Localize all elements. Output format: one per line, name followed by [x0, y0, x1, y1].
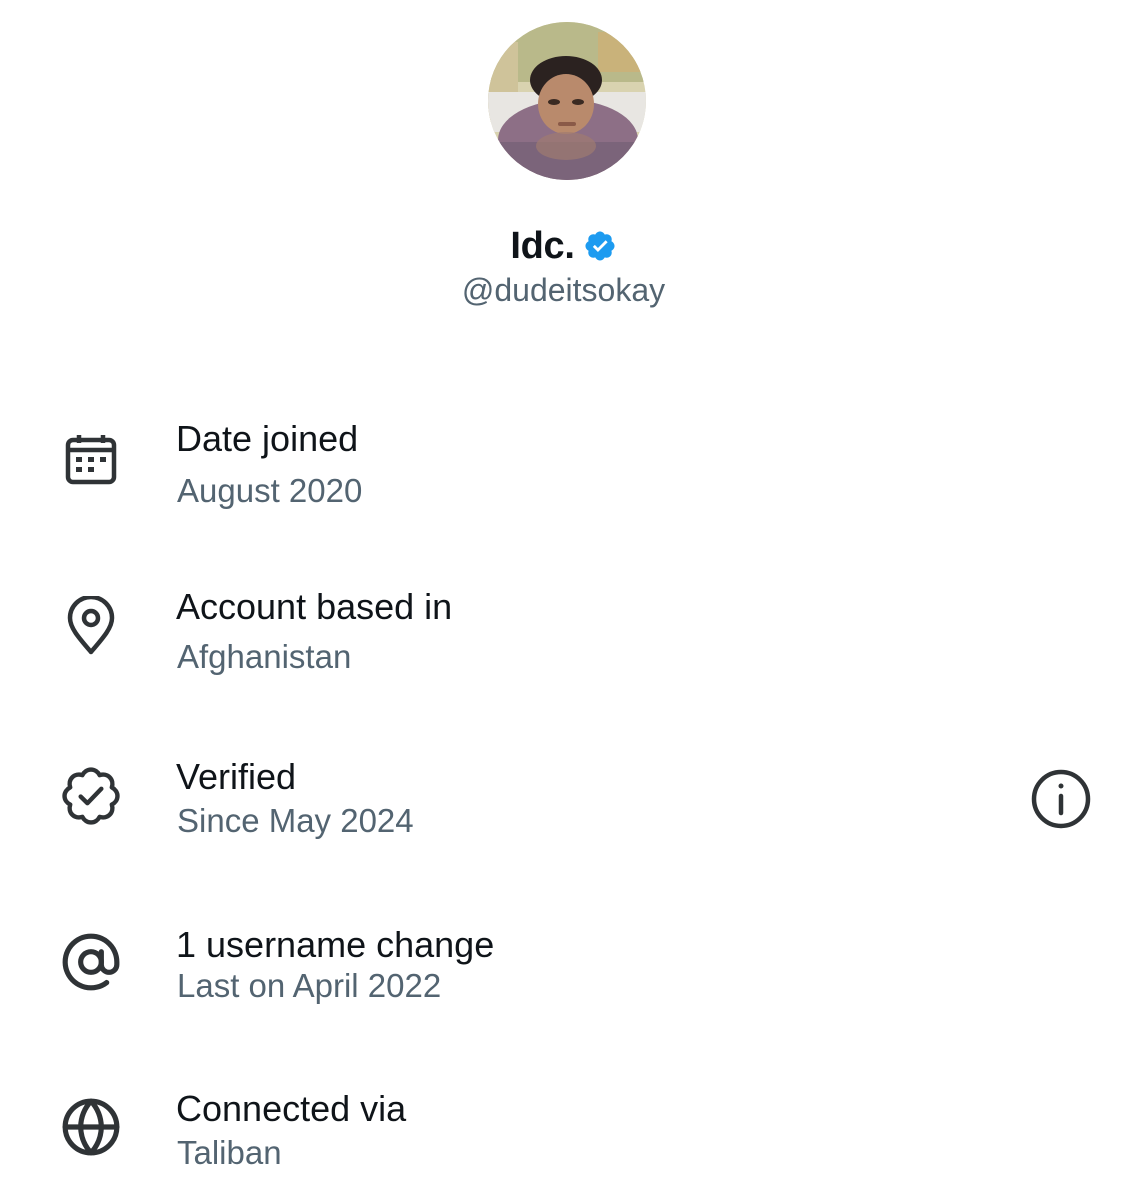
detail-value: Since May 2024 [177, 802, 414, 839]
at-sign-icon [56, 927, 126, 997]
detail-label: Date joined [176, 418, 359, 459]
info-icon [1029, 767, 1093, 831]
detail-value: Afghanistan [177, 638, 352, 675]
avatar[interactable] [488, 22, 646, 180]
detail-label: 1 username change [176, 924, 495, 965]
verified-badge-icon[interactable] [583, 229, 617, 263]
profile-handle: @dudeitsokay [461, 272, 666, 308]
detail-label: Verified [176, 756, 297, 797]
detail-row-account-based-in: Account based in Afghanistan [0, 580, 1127, 700]
avatar-image [488, 22, 646, 180]
info-button[interactable] [1026, 764, 1096, 834]
profile-name-row: Idc. [0, 222, 1127, 270]
calendar-icon [56, 425, 126, 495]
detail-row-username-change: 1 username change Last on April 2022 [0, 918, 1127, 1038]
detail-row-connected-via: Connected via Taliban [0, 1084, 1127, 1204]
detail-value: August 2020 [177, 472, 363, 509]
detail-value: Taliban [177, 1134, 282, 1171]
globe-icon [56, 1092, 126, 1162]
detail-row-verified: Verified Since May 2024 [0, 750, 1127, 870]
detail-value: Last on April 2022 [177, 967, 442, 1004]
display-name: Idc. [510, 224, 575, 267]
verified-badge-outline-icon [56, 761, 126, 831]
detail-row-date-joined: Date joined August 2020 [0, 412, 1127, 532]
location-pin-icon [56, 591, 126, 661]
detail-label: Account based in [176, 586, 453, 627]
detail-label: Connected via [176, 1088, 407, 1129]
